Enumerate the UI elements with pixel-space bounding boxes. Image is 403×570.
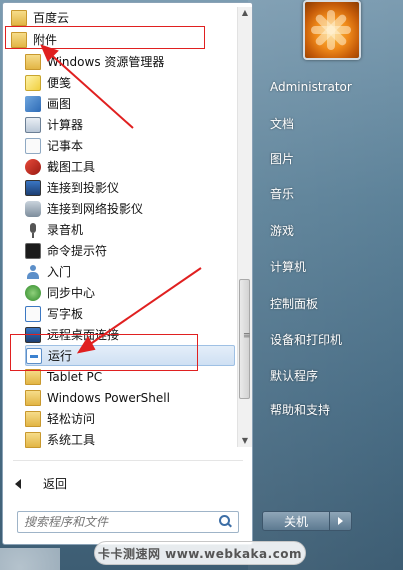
annotation-arrow-line <box>47 51 134 129</box>
watermark: 卡卡测速网 www.webkaka.com <box>94 541 306 565</box>
annotation-arrows <box>40 44 202 354</box>
annotation-arrowhead <box>76 336 96 354</box>
annotation-arrow-line <box>85 267 202 348</box>
start-orb-edge <box>0 548 60 570</box>
